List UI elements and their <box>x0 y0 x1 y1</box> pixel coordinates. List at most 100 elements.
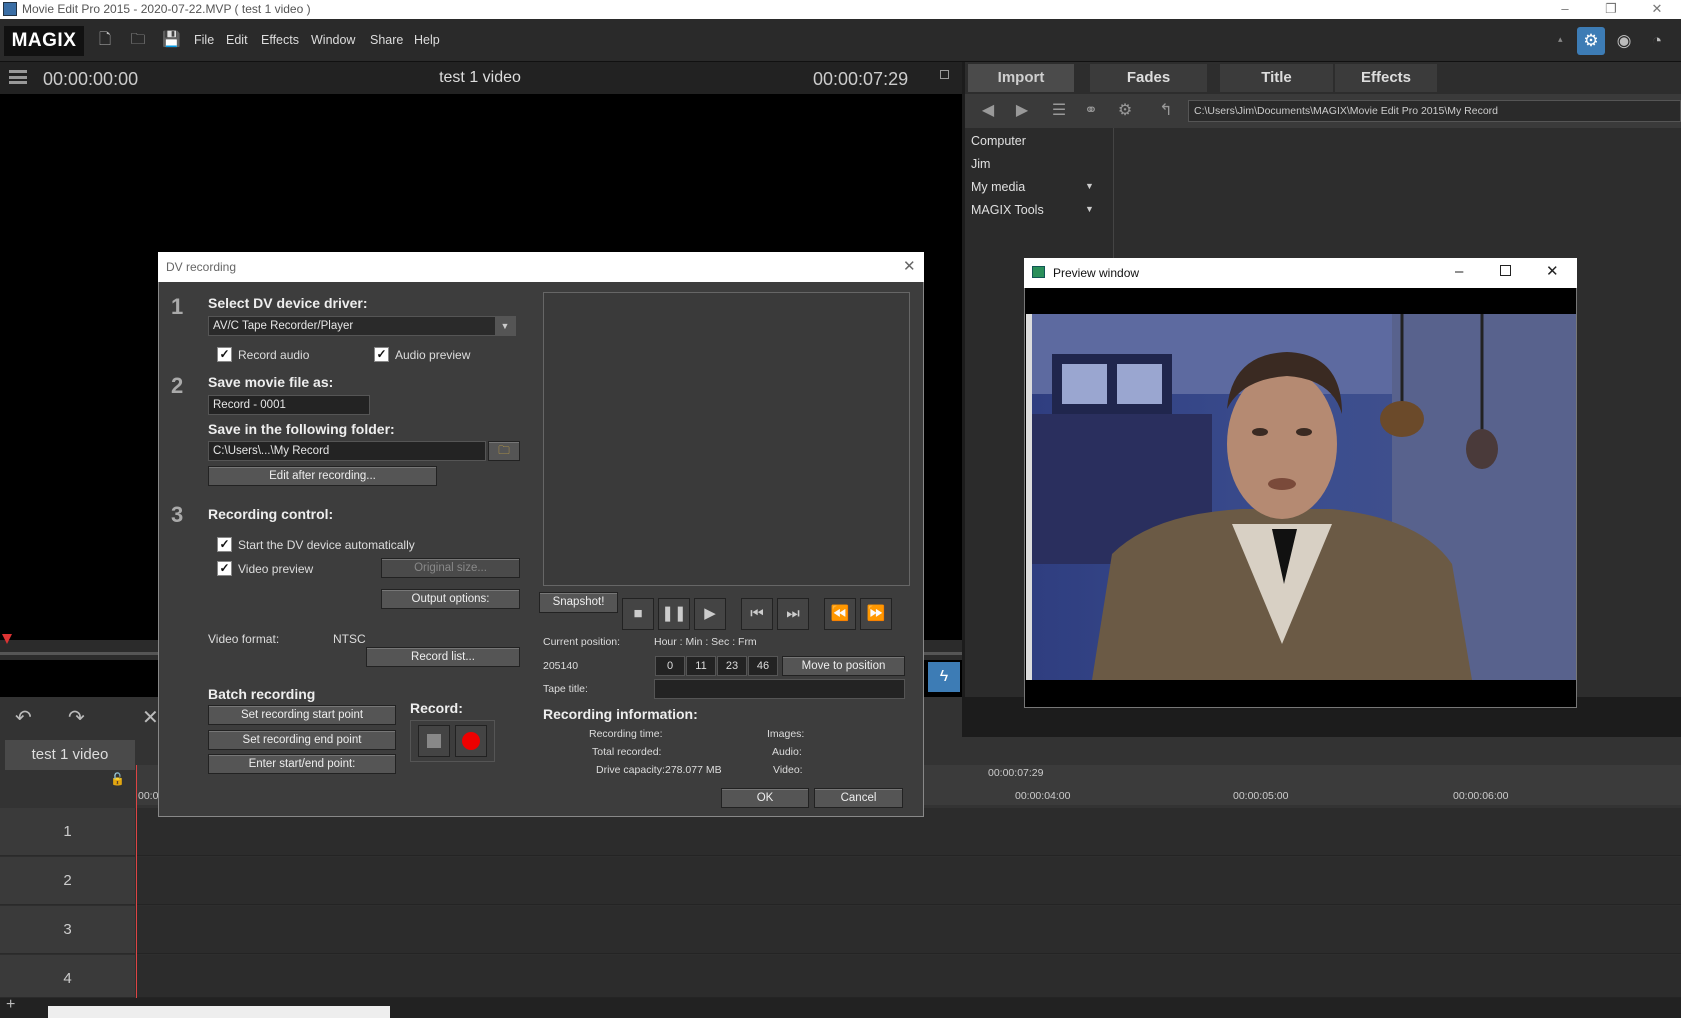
open-folder-icon[interactable]: 🗀 <box>129 30 147 50</box>
step-number: 3 <box>171 502 184 527</box>
settings-icon[interactable]: ⚙ <box>1112 99 1138 123</box>
stop-record-button[interactable] <box>418 725 450 757</box>
speedometer-icon[interactable]: ◔ <box>1643 27 1671 55</box>
track-lane[interactable] <box>136 857 1681 905</box>
video-format-value: NTSC <box>333 632 366 646</box>
tree-item-my-media[interactable]: My media <box>971 180 1025 194</box>
track-lane[interactable] <box>136 906 1681 954</box>
start-auto-checkbox[interactable]: ✓ <box>217 537 232 552</box>
record-audio-checkbox[interactable]: ✓ <box>217 347 232 362</box>
redo-icon[interactable]: ↷ <box>68 705 85 730</box>
menu-share[interactable]: Share <box>370 33 403 47</box>
track-header[interactable]: 2 <box>0 857 135 905</box>
tab-effects[interactable]: Effects <box>1335 64 1437 92</box>
fast-forward-icon[interactable]: ⏩ <box>860 598 892 630</box>
delete-icon[interactable]: ✕ <box>142 705 159 730</box>
scrollbar-thumb[interactable] <box>48 1006 390 1018</box>
add-track-icon[interactable]: + <box>6 996 15 1014</box>
timeline-title: test 1 video <box>5 740 135 770</box>
position-frame[interactable]: 46 <box>748 656 778 676</box>
fullscreen-icon[interactable] <box>940 70 949 79</box>
timecode-total: 00:00:07:29 <box>813 69 909 89</box>
ok-button[interactable]: OK <box>721 788 809 808</box>
cancel-button[interactable]: Cancel <box>814 788 903 808</box>
minimize-button[interactable]: – <box>1551 0 1579 19</box>
rewind-icon[interactable]: ⏪ <box>824 598 856 630</box>
preview-close-icon[interactable]: ✕ <box>1546 262 1559 280</box>
audio-label: Audio: <box>772 746 802 758</box>
chevron-down-icon[interactable]: ▼ <box>495 317 515 335</box>
tab-fades[interactable]: Fades <box>1090 64 1207 92</box>
track-header[interactable]: 1 <box>0 808 135 856</box>
playhead-marker-icon[interactable] <box>2 634 12 644</box>
pause-icon[interactable]: ❚❚ <box>658 598 690 630</box>
restore-button[interactable]: ❐ <box>1597 0 1625 19</box>
snapshot-button[interactable]: Snapshot! <box>539 592 618 613</box>
chevron-down-icon[interactable]: ▼ <box>1085 181 1094 191</box>
undo-icon[interactable]: ↶ <box>15 705 32 730</box>
forward-icon[interactable]: ▶ <box>1009 99 1035 123</box>
up-folder-icon[interactable]: ↰ <box>1153 99 1179 123</box>
track-header[interactable]: 4 <box>0 955 135 998</box>
lock-icon[interactable]: 🔓 <box>110 772 125 786</box>
close-button[interactable]: ✕ <box>1643 0 1671 19</box>
dialog-close-icon[interactable]: ✕ <box>903 257 916 275</box>
menu-effects[interactable]: Effects <box>261 33 299 47</box>
expand-icon[interactable]: ▴ <box>1558 34 1563 45</box>
audio-preview-checkbox[interactable]: ✓ <box>374 347 389 362</box>
disc-icon[interactable]: ◉ <box>1610 27 1638 55</box>
record-audio-label: Record audio <box>238 348 310 362</box>
menu-icon[interactable] <box>9 70 27 84</box>
skip-back-icon[interactable]: ⏮ <box>741 598 773 630</box>
tree-item-magix-tools[interactable]: MAGIX Tools <box>971 203 1044 217</box>
enter-start-end-button[interactable]: Enter start/end point: <box>208 754 396 774</box>
preview-maximize-icon[interactable] <box>1500 265 1511 276</box>
timeline-playhead[interactable] <box>136 765 137 998</box>
output-options-button[interactable]: Output options: <box>381 589 520 609</box>
tree-item-computer[interactable]: Computer <box>971 134 1026 148</box>
play-icon[interactable]: ▶ <box>694 598 726 630</box>
position-hour[interactable]: 0 <box>655 656 685 676</box>
video-preview-checkbox[interactable]: ✓ <box>217 561 232 576</box>
tape-title-input[interactable] <box>654 679 905 699</box>
tab-import[interactable]: Import <box>968 64 1074 92</box>
save-icon[interactable]: 💾 <box>162 30 181 50</box>
movie-name-input[interactable]: Record - 0001 <box>208 395 370 415</box>
position-min[interactable]: 11 <box>686 656 716 676</box>
position-sec[interactable]: 23 <box>717 656 747 676</box>
menu-edit[interactable]: Edit <box>226 33 248 47</box>
drive-capacity-value: 278.077 MB <box>665 764 722 776</box>
track-header[interactable]: 3 <box>0 906 135 954</box>
original-size-button[interactable]: Original size... <box>381 558 520 578</box>
driver-select[interactable]: AV/C Tape Recorder/Player ▼ <box>208 316 516 336</box>
new-file-icon[interactable]: 🗋 <box>96 30 114 50</box>
set-end-point-button[interactable]: Set recording end point <box>208 730 396 750</box>
menu-help[interactable]: Help <box>414 33 440 47</box>
step-number: 1 <box>171 294 184 319</box>
move-to-position-button[interactable]: Move to position <box>782 656 905 676</box>
tab-title[interactable]: Title <box>1220 64 1333 92</box>
lightning-icon[interactable]: ϟ <box>928 662 960 692</box>
preview-minimize-icon[interactable]: – <box>1455 263 1463 280</box>
set-start-point-button[interactable]: Set recording start point <box>208 705 396 725</box>
dialog-title: DV recording <box>166 260 237 274</box>
edit-after-recording-button[interactable]: Edit after recording... <box>208 466 437 486</box>
stop-icon[interactable]: ■ <box>622 598 654 630</box>
skip-forward-icon[interactable]: ⏭ <box>777 598 809 630</box>
tree-item-jim[interactable]: Jim <box>971 157 990 171</box>
path-field[interactable]: C:\Users\Jim\Documents\MAGIX\Movie Edit … <box>1188 100 1681 122</box>
binoculars-icon[interactable]: ⚭ <box>1078 99 1104 123</box>
tree-view-icon[interactable]: ☰ <box>1046 99 1072 123</box>
track-lane[interactable] <box>136 955 1681 998</box>
folder-input[interactable]: C:\Users\...\My Record <box>208 441 486 461</box>
recording-control-label: Recording control: <box>208 506 334 522</box>
browse-folder-icon[interactable]: 🗀 <box>488 441 520 461</box>
back-icon[interactable]: ◀ <box>975 99 1001 123</box>
chevron-down-icon[interactable]: ▼ <box>1085 204 1094 214</box>
record-button[interactable] <box>455 725 487 757</box>
film-reel-icon[interactable]: ⚙ <box>1577 27 1605 55</box>
record-list-button[interactable]: Record list... <box>366 647 520 667</box>
hms-label: Hour : Min : Sec : Frm <box>654 636 757 648</box>
menu-window[interactable]: Window <box>311 33 355 47</box>
menu-file[interactable]: File <box>194 33 214 47</box>
